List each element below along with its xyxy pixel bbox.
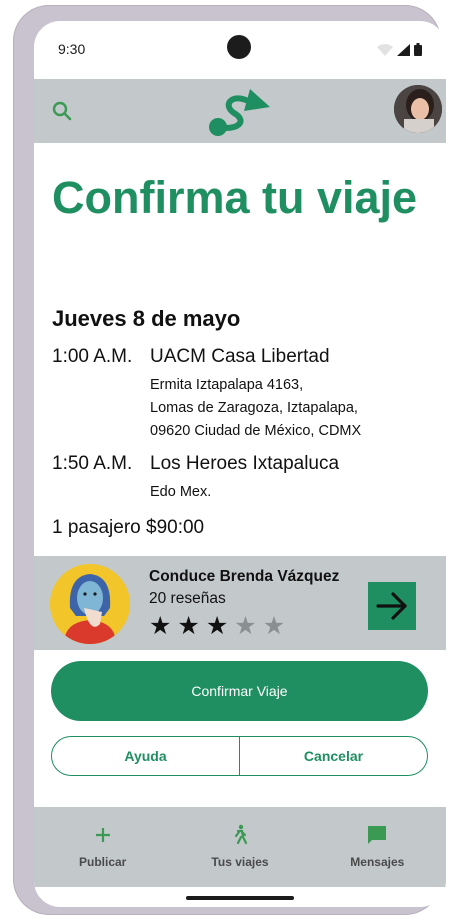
origin-time: 1:00 A.M. <box>52 346 133 367</box>
destination-address-line: Edo Mex. <box>150 484 212 500</box>
chat-icon <box>368 826 387 844</box>
home-indicator[interactable] <box>186 896 294 900</box>
confirm-trip-button[interactable]: Confirmar Viaje <box>51 661 428 721</box>
driver-illustration <box>50 564 130 644</box>
wifi-icon <box>377 43 393 56</box>
status-time: 9:30 <box>58 41 86 57</box>
star-filled-icon: ★ <box>149 612 172 640</box>
driver-details-button[interactable] <box>368 582 416 630</box>
nav-item-publicar[interactable]: Publicar <box>34 807 171 887</box>
front-camera <box>227 35 251 59</box>
destination-time: 1:50 A.M. <box>52 453 133 474</box>
signal-icon <box>397 43 410 56</box>
origin-place: UACM Casa Libertad <box>150 346 330 367</box>
destination-place: Los Heroes Ixtapaluca <box>150 453 340 474</box>
nav-label: Mensajes <box>350 855 405 869</box>
app-logo-icon <box>209 89 270 136</box>
origin-address-line: Ermita Iztapalapa 4163, <box>150 377 304 393</box>
star-filled-icon: ★ <box>177 612 200 640</box>
phone-frame: 9:30 Confirma tu viaje Jueves 8 de mayo … <box>13 5 446 915</box>
walking-person-icon <box>234 824 248 845</box>
driver-name: Conduce Brenda Vázquez <box>149 568 340 585</box>
phone-screen: 9:30 Confirma tu viaje Jueves 8 de mayo … <box>34 21 446 907</box>
trip-date: Jueves 8 de mayo <box>52 306 241 331</box>
secondary-actions: Ayuda Cancelar <box>51 736 428 776</box>
destination-address: Edo Mex. <box>150 481 211 504</box>
user-avatar[interactable] <box>394 85 442 133</box>
status-icons <box>377 43 422 56</box>
star-filled-icon: ★ <box>205 612 229 640</box>
driver-reviews: 20 reseñas <box>149 590 226 607</box>
origin-address: Ermita Iztapalapa 4163, Lomas de Zaragoz… <box>150 374 361 443</box>
status-bar: 9:30 <box>34 21 446 79</box>
driver-rating: ★ ★ ★ ★ ★ <box>149 612 285 640</box>
origin-address-line: Lomas de Zaragoza, Iztapalapa, <box>150 400 358 416</box>
driver-card: Conduce Brenda Vázquez 20 reseñas ★ ★ ★ … <box>34 556 446 650</box>
help-button[interactable]: Ayuda <box>52 737 239 775</box>
page-title: Confirma tu viaje <box>52 172 418 223</box>
passenger-price: 1 pasajero $90:00 <box>52 517 205 538</box>
search-button[interactable] <box>48 97 76 125</box>
arrow-right-icon <box>376 592 407 620</box>
driver-avatar <box>50 564 130 644</box>
nav-label: Publicar <box>78 855 127 869</box>
star-empty-icon: ★ <box>234 612 257 640</box>
user-photo <box>394 85 442 133</box>
nav-item-tus-viajes[interactable]: Tus viajes <box>171 807 308 887</box>
app-bar <box>34 79 446 143</box>
battery-icon <box>414 43 422 56</box>
star-empty-icon: ★ <box>262 612 286 640</box>
plus-icon <box>95 828 110 842</box>
origin-address-line: 09620 Ciudad de México, CDMX <box>150 423 362 439</box>
nav-item-mensajes[interactable]: Mensajes <box>309 807 446 887</box>
search-icon <box>52 101 72 121</box>
bottom-navigation: Publicar Tus viajes Mensajes <box>34 807 446 887</box>
cancel-button[interactable]: Cancelar <box>240 737 427 775</box>
nav-label: Tus viajes <box>211 855 269 869</box>
